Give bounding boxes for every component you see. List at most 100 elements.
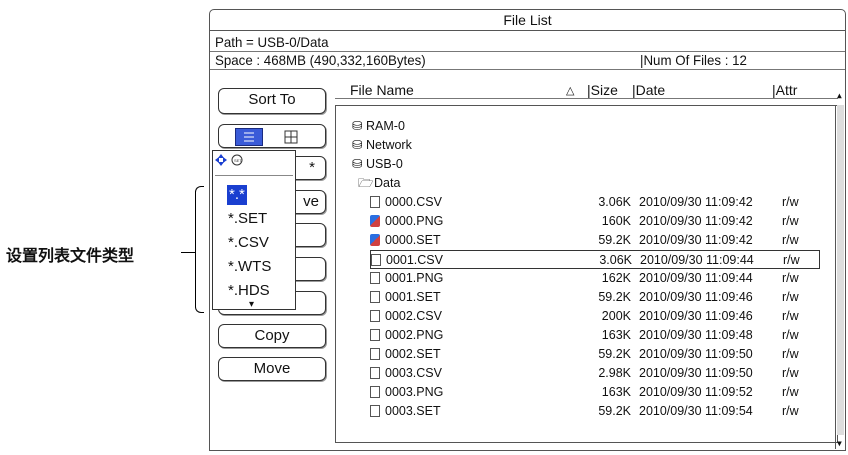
file-icon	[370, 329, 380, 341]
list-view-icon[interactable]	[235, 128, 263, 146]
file-date: 2010/09/30 11:09:42	[639, 233, 753, 247]
column-attr-header[interactable]: |Attr	[772, 82, 797, 98]
file-row[interactable]: 0001.CSV 3.06K 2010/09/30 11:09:44 r/w	[370, 250, 820, 269]
view-toggle[interactable]	[218, 124, 326, 148]
column-name-header[interactable]: File Name	[350, 82, 414, 98]
file-size: 3.06K	[598, 195, 631, 209]
column-date-header[interactable]: |Date	[632, 82, 665, 98]
file-date: 2010/09/30 11:09:44	[639, 271, 753, 285]
file-size: 3.06K	[599, 253, 632, 267]
file-name: 0003.PNG	[385, 385, 444, 399]
file-row[interactable]: 0001.SET 59.2K 2010/09/30 11:09:46 r/w	[370, 288, 820, 307]
popup-item-set[interactable]: *.SET	[228, 209, 267, 229]
file-size: 2.98K	[598, 366, 631, 380]
filter-button-label: *	[309, 159, 315, 176]
drive-icon: ⛁	[352, 157, 363, 171]
header-underline	[335, 98, 838, 99]
drive-icon: ⛁	[352, 138, 363, 152]
path-label: Path = USB-0/Data	[215, 34, 329, 50]
file-row[interactable]: 0000.CSV 3.06K 2010/09/30 11:09:42 r/w	[370, 193, 820, 212]
file-attr: r/w	[782, 309, 799, 323]
file-date: 2010/09/30 11:09:44	[640, 253, 754, 267]
callout-label: 设置列表文件类型	[6, 248, 135, 265]
file-attr: r/w	[782, 328, 799, 342]
file-row[interactable]: 0002.CSV 200K 2010/09/30 11:09:46 r/w	[370, 307, 820, 326]
file-attr: r/w	[782, 347, 799, 361]
file-name: 0003.SET	[385, 404, 441, 418]
file-row[interactable]: 0000.PNG 160K 2010/09/30 11:09:42 r/w	[370, 212, 820, 231]
drive-item[interactable]: ⛁ USB-0	[352, 155, 840, 174]
file-attr: r/w	[782, 385, 799, 399]
file-date: 2010/09/30 11:09:54	[639, 404, 753, 418]
popup-item-csv[interactable]: *.CSV	[228, 233, 269, 253]
scrollbar[interactable]: ▲ ▼	[835, 91, 845, 449]
divider	[215, 175, 293, 176]
file-row[interactable]: 0002.SET 59.2K 2010/09/30 11:09:50 r/w	[370, 345, 820, 364]
folder-name: Data	[374, 176, 401, 190]
popup-item-all[interactable]: *.*	[227, 185, 247, 205]
file-row[interactable]: 0002.PNG 163K 2010/09/30 11:09:48 r/w	[370, 326, 820, 345]
file-row[interactable]: 0000.SET 59.2K 2010/09/30 11:09:42 r/w	[370, 231, 820, 250]
scroll-up-icon[interactable]: ▲	[837, 91, 842, 100]
file-name: 0001.CSV	[386, 253, 443, 267]
file-name: 0000.CSV	[385, 195, 442, 209]
file-size: 200K	[601, 309, 631, 323]
file-date: 2010/09/30 11:09:42	[639, 214, 753, 228]
scroll-thumb[interactable]	[837, 105, 844, 435]
file-type-popup[interactable]: SET *.* *.SET *.CSV *.WTS *.HDS ▾	[212, 150, 296, 310]
scroll-down-icon[interactable]: ▼	[837, 439, 842, 448]
more-down-icon[interactable]: ▾	[249, 299, 254, 310]
file-size: 162K	[601, 271, 631, 285]
file-row[interactable]: 0003.CSV 2.98K 2010/09/30 11:09:50 r/w	[370, 364, 820, 383]
copy-button[interactable]: Copy	[218, 324, 326, 348]
file-size: 163K	[601, 328, 631, 342]
drive-item[interactable]: ⛁ Network	[352, 136, 840, 155]
space-label: Space : 468MB (490,332,160Bytes)	[215, 52, 426, 68]
file-date: 2010/09/30 11:09:50	[639, 347, 753, 361]
file-name: 0002.CSV	[385, 309, 442, 323]
file-name: 0002.PNG	[385, 328, 444, 342]
file-size: 59.2K	[598, 347, 631, 361]
file-icon	[370, 272, 380, 284]
file-row[interactable]: 0003.PNG 163K 2010/09/30 11:09:52 r/w	[370, 383, 820, 402]
file-icon	[370, 310, 380, 322]
file-date: 2010/09/30 11:09:48	[639, 328, 753, 342]
file-name: 0001.PNG	[385, 271, 444, 285]
popup-item-wts[interactable]: *.WTS	[228, 257, 271, 277]
file-name: 0001.SET	[385, 290, 441, 304]
file-attr: r/w	[783, 253, 800, 267]
popup-item-hds[interactable]: *.HDS	[228, 281, 270, 301]
drive-name: USB-0	[366, 157, 403, 171]
image-file-icon	[370, 215, 380, 227]
file-name: 0000.SET	[385, 233, 441, 247]
move-button[interactable]: Move	[218, 357, 326, 381]
file-list-window: File List Path = USB-0/Data Space : 468M…	[209, 9, 846, 451]
file-attr: r/w	[782, 271, 799, 285]
file-attr: r/w	[782, 214, 799, 228]
window-title: File List	[210, 10, 845, 31]
jog-set-icon: SET	[215, 153, 245, 172]
drive-name: Network	[366, 138, 412, 152]
folder-item[interactable]: 🗁 Data	[358, 174, 846, 193]
file-attr: r/w	[782, 366, 799, 380]
divider	[210, 69, 845, 70]
file-list[interactable]: ⛁ RAM-0 ⛁ Network ⛁ USB-0 🗁 Data 0000.CS…	[335, 105, 838, 443]
sort-arrow-icon[interactable]: △	[566, 84, 574, 97]
file-icon	[370, 196, 380, 208]
grid-view-icon[interactable]	[284, 129, 298, 151]
file-row[interactable]: 0001.PNG 162K 2010/09/30 11:09:44 r/w	[370, 269, 820, 288]
file-size: 163K	[601, 385, 631, 399]
file-attr: r/w	[782, 404, 799, 418]
file-date: 2010/09/30 11:09:46	[639, 309, 753, 323]
drive-icon: ⛁	[352, 119, 363, 133]
folder-open-icon: 🗁	[358, 176, 374, 190]
file-icon	[371, 254, 381, 266]
sort-to-button[interactable]: Sort To	[218, 88, 326, 114]
file-icon	[370, 405, 380, 417]
file-row[interactable]: 0003.SET 59.2K 2010/09/30 11:09:54 r/w	[370, 402, 820, 421]
file-attr: r/w	[782, 290, 799, 304]
file-attr: r/w	[782, 233, 799, 247]
file-name: 0000.PNG	[385, 214, 444, 228]
column-size-header[interactable]: |Size	[587, 82, 618, 98]
drive-item[interactable]: ⛁ RAM-0	[352, 117, 840, 136]
